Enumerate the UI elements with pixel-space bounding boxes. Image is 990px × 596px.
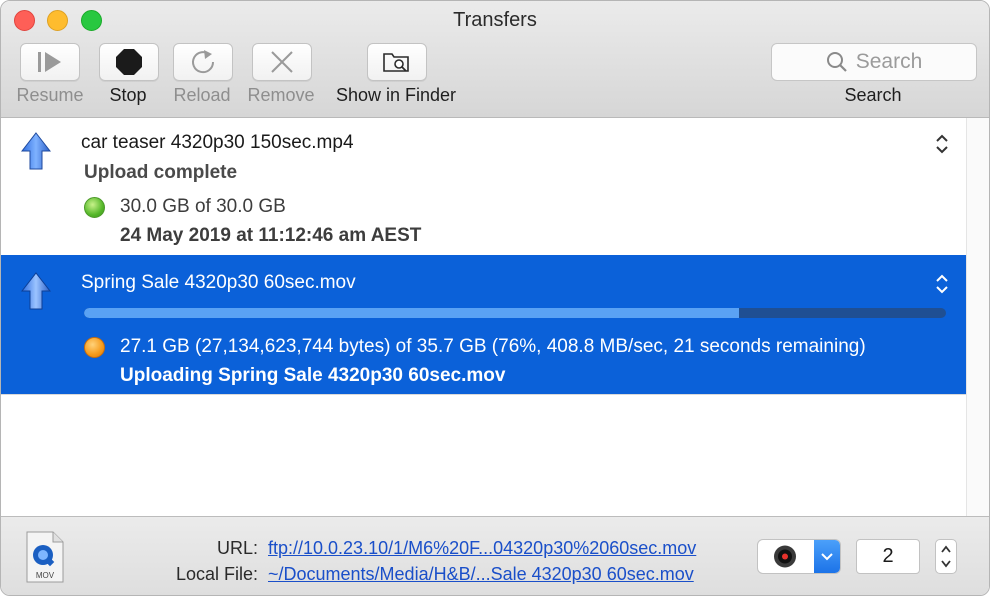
search-label: Search [844,85,902,105]
transfer-detail: 24 May 2019 at 11:12:46 am AEST [120,225,422,246]
connections-field[interactable]: 2 [856,539,920,574]
transfer-filename: Spring Sale 4320p30 60sec.mov [81,272,356,293]
mov-file-icon: MOV [26,531,64,583]
window-title: Transfers [453,9,537,31]
search-input[interactable]: Search [771,43,977,81]
upload-progress-fill [84,308,740,318]
transfer-detail: Uploading Spring Sale 4320p30 60sec.mov [120,365,506,386]
search-placeholder: Search [855,50,923,73]
chevron-down-icon[interactable] [814,540,840,573]
details-bar: MOV URL: ftp://10.0.23.10/1/M6%20F...043… [1,516,989,595]
connections-stepper[interactable] [935,539,957,574]
reload-label: Reload [173,85,231,105]
transfer-status: Upload complete [84,162,238,183]
toolbar: Transfers Resume Stop Reload Remove Show… [1,1,989,118]
action-combo-button[interactable] [757,539,841,574]
remove-label: Remove [247,85,315,105]
resume-label: Resume [16,85,84,105]
remove-icon [271,51,293,73]
folder-search-icon [383,53,409,72]
status-indicator [84,197,105,218]
resume-icon [38,52,61,72]
scrollbar[interactable] [966,118,989,516]
stop-label: Stop [109,85,147,105]
upload-arrow-icon [21,272,51,310]
upload-arrow-icon [21,132,51,170]
local-file-label: Local File: [175,564,258,584]
row-divider [1,394,966,395]
transfer-size: 30.0 GB of 30.0 GB [120,196,286,217]
status-indicator [84,337,105,358]
local-file-link[interactable]: ~/Documents/Media/H&B/...Sale 4320p30 60… [268,564,694,585]
chevron-updown-icon[interactable] [935,134,949,154]
stepper-arrows-icon [941,545,951,568]
stop-icon [116,49,142,75]
transfer-row-selected[interactable]: Spring Sale 4320p30 60sec.mov 27.1 GB (2… [1,255,966,395]
url-label: URL: [216,538,258,558]
url-link[interactable]: ftp://10.0.23.10/1/M6%20F...04320p30%206… [268,538,696,559]
transfer-size: 27.1 GB (27,134,623,744 bytes) of 35.7 G… [120,336,866,357]
transfer-row[interactable]: car teaser 4320p30 150sec.mp4 Upload com… [1,118,966,255]
search-icon [826,52,847,72]
show-in-finder-button[interactable] [367,43,427,81]
transfers-window: Transfers Resume Stop Reload Remove Show… [0,0,990,596]
transfer-filename: car teaser 4320p30 150sec.mp4 [81,132,354,153]
file-type-label: MOV [36,571,55,580]
reload-icon [192,50,215,74]
remove-button[interactable] [252,43,312,81]
stop-button[interactable] [99,43,159,81]
chevron-updown-icon[interactable] [935,274,949,294]
resume-button[interactable] [20,43,80,81]
record-icon [774,545,796,568]
show-in-finder-label: Show in Finder [335,85,457,105]
transfers-list: car teaser 4320p30 150sec.mp4 Upload com… [1,118,966,516]
upload-progress-bar [84,308,946,318]
reload-button[interactable] [173,43,233,81]
